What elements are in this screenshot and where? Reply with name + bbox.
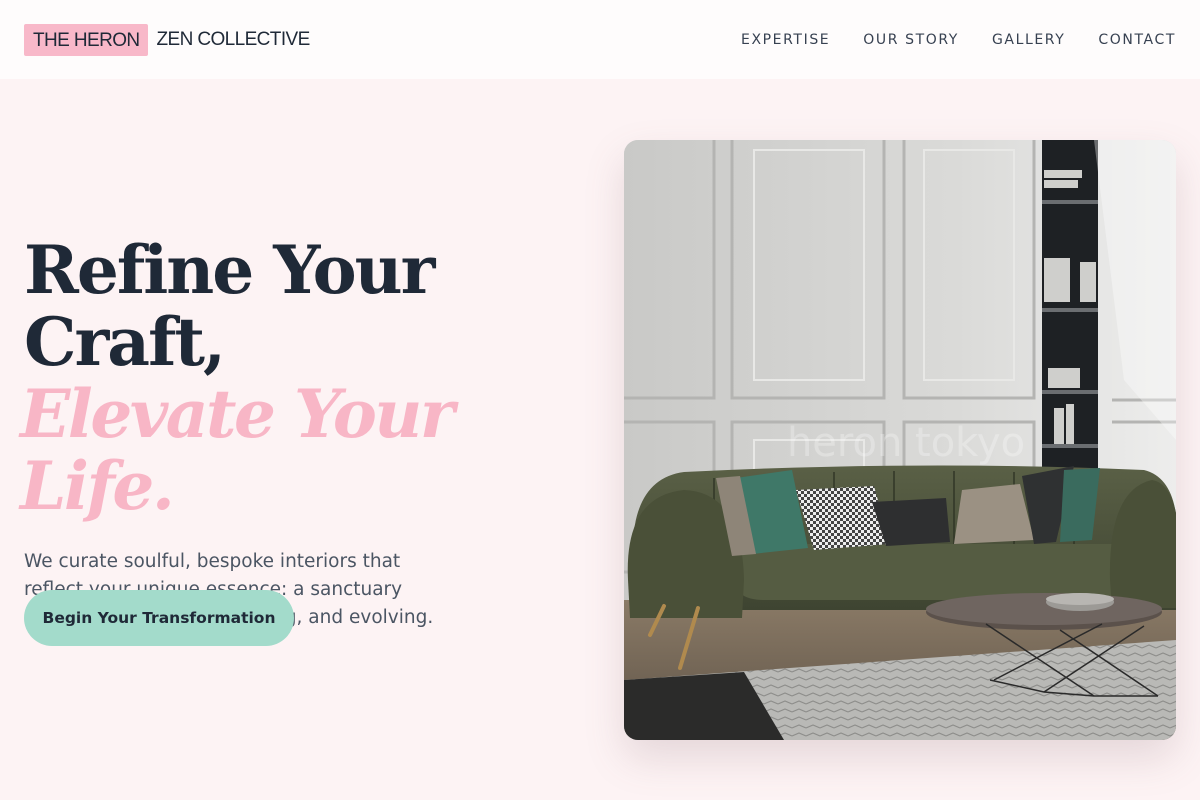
hero-copy: Refine Your Craft, Elevate Your Life. We…: [20, 231, 584, 632]
nav-link-our-story[interactable]: OUR STORY: [863, 32, 959, 48]
nav-link-gallery[interactable]: GALLERY: [992, 32, 1065, 48]
headline-line-1: Refine Your: [24, 231, 435, 309]
hero-headline: Refine Your Craft, Elevate Your Life.: [20, 231, 584, 522]
image-watermark: heron tokyo: [787, 420, 1025, 466]
nav-link-contact[interactable]: CONTACT: [1098, 32, 1176, 48]
logo-mark: THE HERON: [24, 23, 148, 56]
logo-wordmark: ZEN COLLECTIVE: [156, 28, 311, 50]
hero-image-living-room: heron tokyo: [624, 140, 1176, 740]
logo[interactable]: THE HERON ZEN COLLECTIVE: [24, 23, 311, 56]
headline-accent: Elevate Your Life.: [20, 375, 455, 525]
site-header: THE HERON ZEN COLLECTIVE EXPERTISE OUR S…: [0, 0, 1200, 79]
begin-transformation-button[interactable]: Begin Your Transformation: [24, 590, 294, 646]
nav-link-expertise[interactable]: EXPERTISE: [741, 32, 830, 48]
main-nav: EXPERTISE OUR STORY GALLERY CONTACT: [741, 32, 1176, 48]
living-room-illustration: heron tokyo: [624, 140, 1176, 740]
headline-line-2: Craft,: [24, 303, 226, 381]
